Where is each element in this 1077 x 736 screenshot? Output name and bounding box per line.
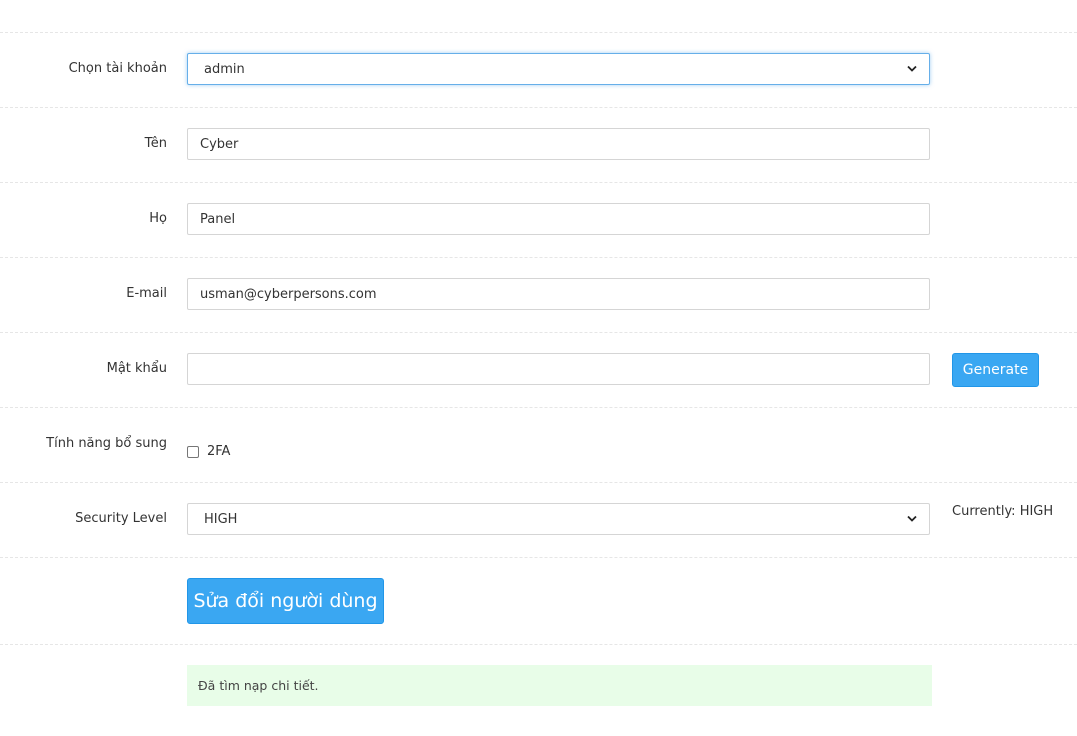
email-label: E-mail <box>126 286 167 301</box>
last-name-input[interactable]: Panel <box>187 203 930 235</box>
twofa-label[interactable]: 2FA <box>207 444 230 459</box>
row-divider <box>0 182 1077 183</box>
last-name-label: Họ <box>149 211 167 226</box>
email-value: usman@cyberpersons.com <box>200 286 377 302</box>
account-select[interactable]: admin <box>187 53 930 85</box>
generate-password-button[interactable]: Generate <box>952 353 1039 387</box>
row-divider <box>0 644 1077 645</box>
features-label: Tính năng bổ sung <box>46 436 167 451</box>
account-select-value: admin <box>204 61 245 77</box>
row-divider <box>0 257 1077 258</box>
row-divider <box>0 332 1077 333</box>
first-name-value: Cyber <box>200 136 239 152</box>
row-divider <box>0 407 1077 408</box>
modify-user-button[interactable]: Sửa đổi người dùng <box>187 578 384 624</box>
chevron-down-icon <box>907 515 917 522</box>
first-name-input[interactable]: Cyber <box>187 128 930 160</box>
security-level-value: HIGH <box>204 511 238 527</box>
chevron-down-icon <box>907 65 917 72</box>
row-divider <box>0 482 1077 483</box>
security-level-select[interactable]: HIGH <box>187 503 930 535</box>
row-divider <box>0 557 1077 558</box>
last-name-value: Panel <box>200 211 236 227</box>
row-divider <box>0 107 1077 108</box>
password-input[interactable] <box>187 353 930 385</box>
account-label: Chọn tài khoản <box>68 61 167 76</box>
current-security-level: Currently: HIGH <box>952 504 1054 519</box>
status-alert: Đã tìm nạp chi tiết. <box>187 665 932 706</box>
password-label: Mật khẩu <box>106 361 167 376</box>
row-divider <box>0 32 1077 33</box>
security-level-label: Security Level <box>75 511 167 526</box>
first-name-label: Tên <box>144 136 167 151</box>
email-input[interactable]: usman@cyberpersons.com <box>187 278 930 310</box>
status-message: Đã tìm nạp chi tiết. <box>198 678 319 693</box>
twofa-checkbox[interactable] <box>187 446 199 458</box>
modify-user-form: Chọn tài khoản admin Tên Cyber Họ Panel … <box>0 0 1077 736</box>
